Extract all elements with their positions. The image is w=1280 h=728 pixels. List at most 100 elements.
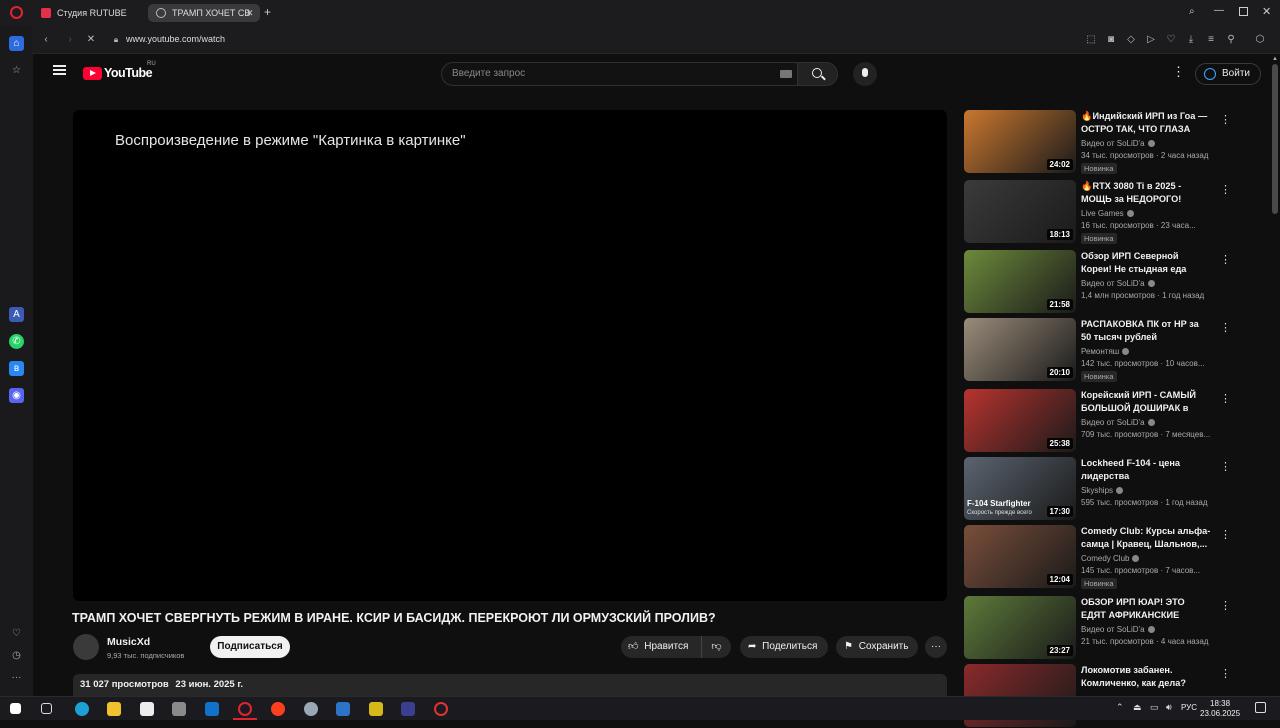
recommended-channel[interactable]: Ремонтяш	[1081, 347, 1130, 356]
video-thumbnail[interactable]: 12:04	[964, 525, 1076, 588]
recommended-channel[interactable]: Видео от SoLiD'a	[1081, 279, 1155, 288]
search-button[interactable]	[798, 62, 838, 86]
kebab-menu-icon[interactable]: ⋮	[1220, 528, 1231, 541]
shield-icon[interactable]: ◇	[1125, 34, 1137, 46]
description-box[interactable]: 31 027 просмотров 23 июн. 2025 г.	[73, 674, 947, 696]
recommended-video[interactable]: F-104 Starfighter Скорость прежде всего 17…	[964, 457, 1264, 521]
system-clock[interactable]: 18:38 23.06.2025	[1200, 699, 1240, 719]
flow-icon[interactable]: ▷	[1145, 34, 1157, 46]
tab-youtube-video[interactable]: ТРАМП ХОЧЕТ СВ ✕	[148, 4, 260, 22]
edge-icon[interactable]	[75, 702, 89, 716]
aria-ai-icon[interactable]: A	[9, 307, 24, 322]
opera-taskbar-icon[interactable]	[238, 702, 252, 716]
kebab-menu-icon[interactable]: ⋮	[1220, 392, 1231, 405]
url-field[interactable]: www.youtube.com/watch	[126, 34, 225, 44]
favorites-heart-icon[interactable]: ♡	[9, 626, 24, 641]
close-window-button[interactable]: ✕	[1262, 5, 1271, 18]
recommended-channel[interactable]: Видео от SoLiD'a	[1081, 139, 1155, 148]
recommended-video[interactable]: 25:38 Корейский ИРП - САМЫЙ БОЛЬШОЙ ДОШИР…	[964, 389, 1264, 453]
usb-icon[interactable]: ⏏	[1133, 702, 1142, 713]
chart-app-icon[interactable]	[369, 702, 383, 716]
search-input[interactable]: Введите запрос	[441, 62, 798, 86]
kebab-menu-icon[interactable]: ⋮	[1220, 599, 1231, 612]
video-thumbnail[interactable]: 23:27	[964, 596, 1076, 659]
recommended-video[interactable]: 12:04 Comedy Club: Курсы альфа-самца | Кр…	[964, 525, 1264, 589]
hamburger-menu-icon[interactable]	[53, 65, 66, 75]
kebab-menu-icon[interactable]: ⋮	[1220, 667, 1231, 680]
discord-icon[interactable]: ◉	[9, 388, 24, 403]
page-scrollbar[interactable]: ▲	[1270, 54, 1280, 696]
yandex-browser-icon[interactable]	[271, 702, 285, 716]
volume-icon[interactable]: 🔊︎	[1166, 702, 1172, 713]
scrollbar-thumb[interactable]	[1272, 64, 1278, 214]
minimize-window-button[interactable]: —	[1214, 5, 1224, 16]
network-icon[interactable]: ▭	[1150, 702, 1159, 713]
tray-arrow-icon[interactable]: ⌃	[1116, 702, 1124, 713]
kebab-menu-icon[interactable]: ⋮	[1220, 113, 1231, 126]
file-explorer-icon[interactable]	[107, 702, 121, 716]
recommended-title[interactable]: Lockheed F-104 - цена лидерства	[1081, 457, 1211, 483]
sign-in-button[interactable]: Войти	[1195, 63, 1261, 85]
video-thumbnail[interactable]: 18:13	[964, 180, 1076, 243]
recommended-video[interactable]: 18:13 🔥RTX 3080 Ti в 2025 - МОЩЬ за НЕДОР…	[964, 180, 1264, 244]
notifications-icon[interactable]	[1255, 702, 1266, 713]
video-thumbnail[interactable]: 24:02	[964, 110, 1076, 173]
recommended-channel[interactable]: Skyships	[1081, 486, 1124, 495]
keyboard-icon[interactable]	[780, 70, 792, 78]
recommended-video[interactable]: 20:10 РАСПАКОВКА ПК от HP за 50 тысяч руб…	[964, 318, 1264, 382]
video-thumbnail[interactable]: 21:58	[964, 250, 1076, 313]
channel-avatar[interactable]	[73, 634, 99, 660]
stop-loading-icon[interactable]: ✕	[85, 34, 97, 46]
home-icon[interactable]: ⌂	[9, 36, 24, 51]
speed-dial-icon[interactable]: ☆	[9, 63, 24, 78]
like-button[interactable]: 👍︎ Нравится 👎︎	[621, 636, 731, 658]
recommended-channel[interactable]: Live Games	[1081, 209, 1134, 218]
recommended-title[interactable]: Обзор ИРП Северной Кореи! Не стыдная еда…	[1081, 250, 1211, 277]
close-tab-icon[interactable]: ✕	[246, 4, 254, 22]
voice-search-button[interactable]	[853, 62, 877, 86]
recommended-video[interactable]: 21:58 Обзор ИРП Северной Кореи! Не стыдна…	[964, 250, 1264, 314]
search-tabs-icon[interactable]: ⌕	[1189, 6, 1195, 17]
subscribe-button[interactable]: Подписаться	[210, 636, 290, 658]
app-icon[interactable]	[172, 702, 186, 716]
kebab-menu-icon[interactable]: ⋮	[1220, 460, 1231, 473]
recommended-title[interactable]: 🔥RTX 3080 Ti в 2025 - МОЩЬ за НЕДОРОГО!	[1081, 180, 1211, 206]
shield-app-icon[interactable]	[401, 702, 415, 716]
settings-kebab-icon[interactable]: ⋮	[1172, 65, 1185, 78]
video-player[interactable]: Воспроизведение в режиме "Картинка в кар…	[73, 110, 947, 601]
outlook-icon[interactable]	[205, 702, 219, 716]
kebab-menu-icon[interactable]: ⋮	[1220, 253, 1231, 266]
recommended-title[interactable]: Локомотив забанен. Комличенко, как дела?	[1081, 664, 1211, 690]
recommended-title[interactable]: Comedy Club: Курсы альфа-самца | Кравец,…	[1081, 525, 1211, 551]
dislike-button[interactable]: 👎︎	[701, 636, 731, 658]
record-app-icon[interactable]	[434, 702, 448, 716]
more-actions-button[interactable]: ···	[925, 636, 947, 658]
task-view-icon[interactable]	[41, 703, 52, 714]
recommended-title[interactable]: Корейский ИРП - САМЫЙ БОЛЬШОЙ ДОШИРАК в …	[1081, 389, 1211, 416]
channel-name[interactable]: MusicXd	[107, 636, 150, 648]
scroll-up-arrow-icon[interactable]: ▲	[1272, 56, 1278, 62]
extensions-icon[interactable]: ⬡	[1254, 34, 1266, 46]
save-button[interactable]: ⚑ Сохранить	[836, 636, 918, 658]
back-arrow-icon[interactable]: ‹	[40, 34, 52, 46]
download-icon[interactable]: ⤓	[1185, 34, 1197, 46]
recommended-title[interactable]: РАСПАКОВКА ПК от HP за 50 тысяч рублей	[1081, 318, 1211, 344]
windows-start-icon[interactable]	[10, 703, 21, 714]
calculator-icon[interactable]	[140, 702, 154, 716]
menu-lines-icon[interactable]: ≡	[1205, 34, 1217, 46]
monitor-app-icon[interactable]	[336, 702, 350, 716]
video-thumbnail[interactable]: 20:10	[964, 318, 1076, 381]
recommended-video[interactable]: 23:27 ОБЗОР ИРП ЮАР! ЭТО ЕДЯТ АФРИКАНСКИЕ…	[964, 596, 1264, 660]
recommended-title[interactable]: 🔥Индийский ИРП из Гоа — ОСТРО ТАК, ЧТО Г…	[1081, 110, 1211, 137]
kebab-menu-icon[interactable]: ⋮	[1220, 183, 1231, 196]
recommended-channel[interactable]: Видео от SoLiD'a	[1081, 418, 1155, 427]
history-clock-icon[interactable]: ◷	[9, 648, 24, 663]
opera-logo-icon[interactable]	[10, 6, 23, 19]
profile-icon[interactable]: ⚲	[1225, 34, 1237, 46]
whatsapp-icon[interactable]: ✆	[9, 334, 24, 349]
easy-setup-icon[interactable]: ⬚	[1085, 34, 1097, 46]
language-indicator[interactable]: РУС	[1181, 703, 1197, 712]
more-icon[interactable]: ···	[9, 670, 24, 685]
share-button[interactable]: ➦ Поделиться	[740, 636, 828, 658]
bookmark-heart-icon[interactable]: ♡	[1165, 34, 1177, 46]
